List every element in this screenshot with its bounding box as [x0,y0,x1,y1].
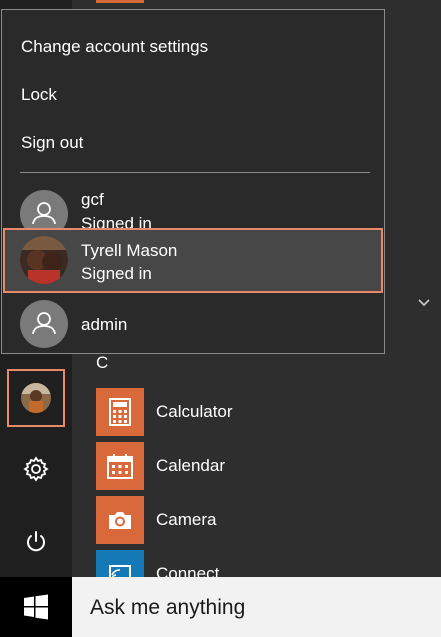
start-button[interactable] [0,577,72,637]
menu-divider [20,172,370,173]
user-status: Signed in [81,264,152,283]
section-header-c[interactable]: C [96,353,108,373]
user-photo-avatar [20,236,68,284]
default-user-avatar-icon [20,300,68,348]
user-account-button-highlight [7,369,65,427]
app-label: Calculator [156,402,233,421]
user-name: gcf [81,190,104,209]
taskbar: Ask me anything [0,577,441,637]
lock-item[interactable]: Lock [21,85,57,105]
camera-icon [96,496,144,544]
user-item-tyrell-mason[interactable]: Tyrell Mason Signed in [3,228,383,293]
user-name: Tyrell Mason [81,241,178,260]
calculator-icon [96,388,144,436]
search-placeholder: Ask me anything [90,596,246,619]
calendar-icon [96,442,144,490]
user-item-admin[interactable]: admin [2,292,384,350]
power-button[interactable] [0,514,72,570]
sign-out-item[interactable]: Sign out [21,133,83,153]
app-item-camera[interactable]: Camera [96,496,426,544]
search-box[interactable]: Ask me anything [72,577,441,637]
partial-app-tile [96,0,144,3]
gear-icon [23,456,49,482]
user-photo-avatar [21,383,51,413]
power-icon [27,531,45,552]
change-account-settings-item[interactable]: Change account settings [21,37,208,57]
chevron-down-icon[interactable] [416,296,432,310]
app-label: Calendar [156,456,225,475]
windows-logo-icon [24,594,48,620]
app-label: Camera [156,510,217,529]
app-item-calendar[interactable]: Calendar [96,442,426,490]
app-item-calculator[interactable]: Calculator [96,388,426,436]
user-name: admin [81,315,128,334]
settings-button[interactable] [0,441,72,497]
user-account-button[interactable] [0,369,72,427]
account-flyout-menu: Change account settings Lock Sign out gc… [1,9,385,354]
